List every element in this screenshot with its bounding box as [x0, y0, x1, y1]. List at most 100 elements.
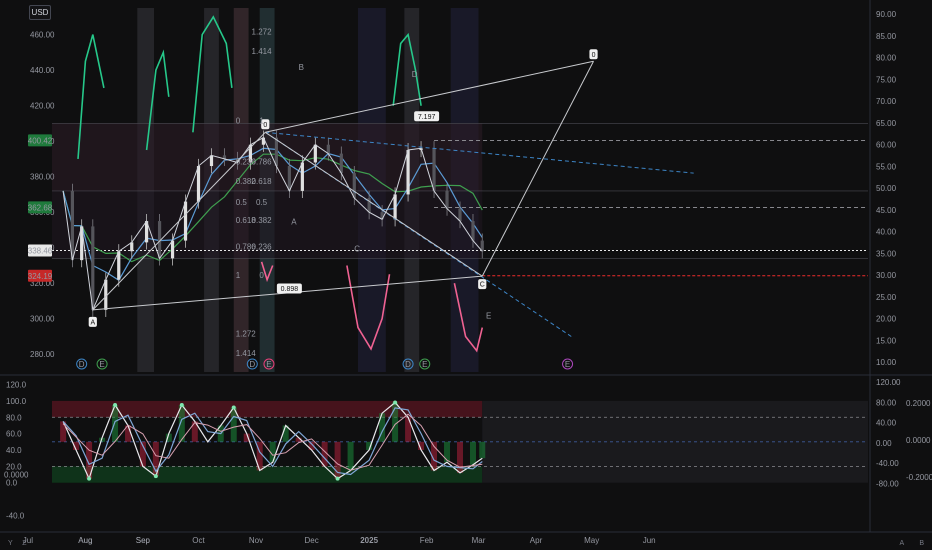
- candle-body-3: [91, 226, 95, 310]
- price-right-tick-7: 45.00: [876, 206, 897, 215]
- timezone-controls-left[interactable]: Y Z: [8, 538, 27, 550]
- osc-right-tick-2: 40.00: [876, 419, 897, 428]
- osc-left-tick-4: 60.0: [6, 430, 22, 439]
- osc-left-tick-1: 0.0: [6, 479, 18, 488]
- price-right-tick-5: 35.00: [876, 249, 897, 258]
- price-right-tick-12: 70.00: [876, 97, 897, 106]
- time-label-13: Sep: [136, 536, 151, 545]
- fib-right-5: 0.236: [252, 242, 273, 251]
- wave-label-a2: A: [291, 218, 297, 227]
- corner-right-b[interactable]: B: [919, 540, 924, 547]
- osc-dot-21: [335, 476, 340, 481]
- time-label-8: Apr: [530, 536, 543, 545]
- candle-body-29: [432, 148, 436, 191]
- wave-label-b: B: [299, 63, 304, 72]
- osc-left-tick-0: -40.0: [6, 511, 25, 520]
- wave-point-a-text: A: [90, 319, 95, 326]
- price-right-tick-13: 75.00: [876, 75, 897, 84]
- corner-left-b[interactable]: Z: [22, 540, 26, 547]
- fib-left-0: 0: [236, 116, 241, 125]
- time-label-9: May: [584, 536, 599, 545]
- osc-dot-4: [113, 403, 118, 407]
- price-right-tick-11: 65.00: [876, 119, 897, 128]
- candle-body-17: [274, 137, 278, 167]
- osc-right-tick-0: 120.00: [876, 378, 901, 387]
- candle-body-11: [196, 166, 201, 202]
- event-marker-2: D: [249, 360, 255, 369]
- price-right-tick-3: 25.00: [876, 293, 897, 302]
- time-label-7: Mar: [472, 536, 486, 545]
- event-marker-4: D: [405, 360, 411, 369]
- candle-body-23: [352, 173, 356, 198]
- fib-right-2: 0.618: [252, 177, 273, 186]
- candle-body-19: [300, 162, 304, 191]
- price-tag-0: 400.42: [28, 136, 53, 145]
- price-right-tick-8: 50.00: [876, 184, 897, 193]
- osc-far-right-tick-1: 0.0000: [906, 436, 931, 445]
- candle-body-26: [393, 194, 397, 220]
- osc-dot-7: [153, 474, 158, 479]
- chart-canvas: A 0 C 0 7.197 0.898 B A C D E 0 0.236 0.382 0.5 0.618 0.…: [0, 0, 932, 550]
- price-right-tick-6: 40.00: [876, 228, 897, 237]
- wave-point-0-text: 0: [263, 122, 267, 129]
- osc-left-tick-5: 80.0: [6, 413, 22, 422]
- fib-right-6: 0: [259, 271, 264, 280]
- price-left-tick-1: 300.00: [30, 315, 55, 324]
- event-marker-5: E: [422, 360, 427, 369]
- osc-hist-32: [479, 441, 486, 459]
- wave-point-c-text: C: [480, 282, 485, 289]
- osc-hist-29: [444, 441, 451, 463]
- osc-hist-31: [469, 441, 476, 465]
- price-right-tick-15: 85.00: [876, 32, 897, 41]
- wave-label-d: D: [412, 70, 418, 79]
- osc-dot-25: [393, 400, 398, 405]
- price-left-tick-5: 380.00: [30, 173, 55, 182]
- candle-body-12: [209, 155, 214, 167]
- wave-point-c: C: [478, 279, 487, 290]
- fib-tag-upper-text: 7.197: [418, 114, 436, 121]
- candle-body-9: [170, 240, 175, 259]
- time-label-2: Oct: [192, 536, 205, 545]
- fib-left-8: 1.414: [236, 349, 257, 358]
- price-right-tick-10: 60.00: [876, 141, 897, 150]
- time-label-5: 2025: [360, 536, 378, 545]
- wave-point-target-text: 0: [592, 52, 596, 59]
- osc-left-tick-3: 40.0: [6, 446, 22, 455]
- osc-dot-9: [179, 403, 184, 407]
- corner-right-a[interactable]: A: [899, 540, 903, 547]
- price-right-tick-16: 90.00: [876, 10, 897, 19]
- wave-point-a: A: [88, 316, 97, 327]
- fib-right-7: 1.272: [252, 28, 273, 37]
- time-label-12: Aug: [78, 536, 92, 545]
- fib-tag-lower-text: 0.898: [281, 286, 299, 293]
- osc-dot-2: [87, 476, 92, 481]
- osc-left-tick-6: 100.0: [6, 397, 27, 406]
- fib-left-3: 0.5: [236, 198, 248, 207]
- candle-body-10: [183, 201, 188, 241]
- candle-body-30: [445, 190, 449, 209]
- osc-right-tick-5: -80.00: [876, 480, 899, 489]
- fib-right-8: 1.414: [252, 47, 273, 56]
- event-marker-3: E: [266, 360, 271, 369]
- corner-left-a[interactable]: Y: [8, 540, 13, 547]
- time-label-6: Feb: [420, 536, 434, 545]
- wave-label-e: E: [486, 312, 491, 321]
- scale-controls-right[interactable]: A B: [899, 538, 924, 550]
- fib-right-1: 0.786: [252, 157, 273, 166]
- event-marker-1: E: [99, 360, 104, 369]
- candle-body-18: [287, 166, 291, 191]
- price-right-tick-2: 20.00: [876, 315, 897, 324]
- price-tag-1: 362.68: [28, 203, 53, 212]
- osc-dot-13: [231, 405, 236, 410]
- currency-badge[interactable]: USD: [29, 5, 51, 20]
- osc-left-extra: 0.0000: [4, 471, 29, 480]
- price-left-tick-7: 420.00: [30, 102, 55, 111]
- osc-left-tick-7: 120.0: [6, 381, 27, 390]
- price-left-tick-8: 440.00: [30, 66, 55, 75]
- price-tag-3: 324.19: [28, 272, 53, 281]
- candle-body-27: [406, 150, 410, 195]
- time-label-4: Dec: [305, 536, 319, 545]
- osc-far-right-tick-2: -0.2000: [906, 473, 932, 482]
- wave-label-c2: C: [354, 244, 360, 253]
- time-label-3: Nov: [249, 536, 263, 545]
